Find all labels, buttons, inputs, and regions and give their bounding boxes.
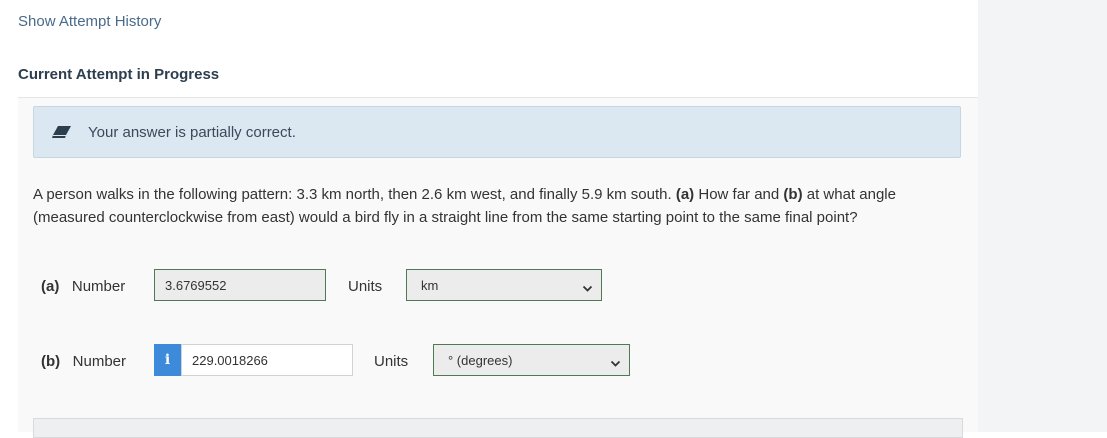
attempt-heading: Current Attempt in Progress — [18, 66, 220, 83]
chevron-down-icon — [582, 281, 593, 292]
info-icon[interactable]: i — [154, 344, 181, 376]
question-text: A person walks in the following pattern:… — [33, 183, 963, 229]
chevron-down-icon — [610, 356, 621, 367]
feedback-banner: Your answer is partially correct. — [33, 106, 961, 158]
question-text-part-2: How far and — [694, 186, 784, 203]
part-b-number-input[interactable] — [181, 344, 353, 376]
part-a-marker: (a) — [41, 278, 60, 295]
part-b-units-value: ° (degrees) — [448, 353, 513, 368]
next-section-box — [33, 418, 963, 438]
part-b-marker: (b) — [41, 353, 61, 370]
question-part-b-marker: (b) — [783, 186, 803, 203]
part-b-number-label: Number — [72, 353, 127, 370]
feedback-message: Your answer is partially correct. — [88, 124, 296, 141]
question-part-a-marker: (a) — [675, 186, 695, 203]
part-b-units-select[interactable]: ° (degrees) — [433, 344, 630, 376]
part-a-units-label: Units — [348, 278, 383, 295]
part-a-label: (a) Number — [41, 278, 125, 295]
part-a-units-select[interactable]: km — [406, 269, 602, 301]
question-text-part-1: A person walks in the following pattern:… — [33, 186, 676, 203]
right-gutter — [978, 0, 1107, 432]
show-attempt-history-link[interactable]: Show Attempt History — [18, 13, 161, 30]
part-b-units-label: Units — [374, 353, 409, 370]
main-content: Show Attempt History Current Attempt in … — [0, 0, 978, 438]
part-a-number-input[interactable] — [154, 269, 326, 301]
part-b-label: (b) Number — [41, 353, 126, 370]
part-a-units-value: km — [421, 278, 439, 293]
eraser-icon — [52, 124, 72, 140]
part-a-number-label: Number — [71, 278, 126, 295]
